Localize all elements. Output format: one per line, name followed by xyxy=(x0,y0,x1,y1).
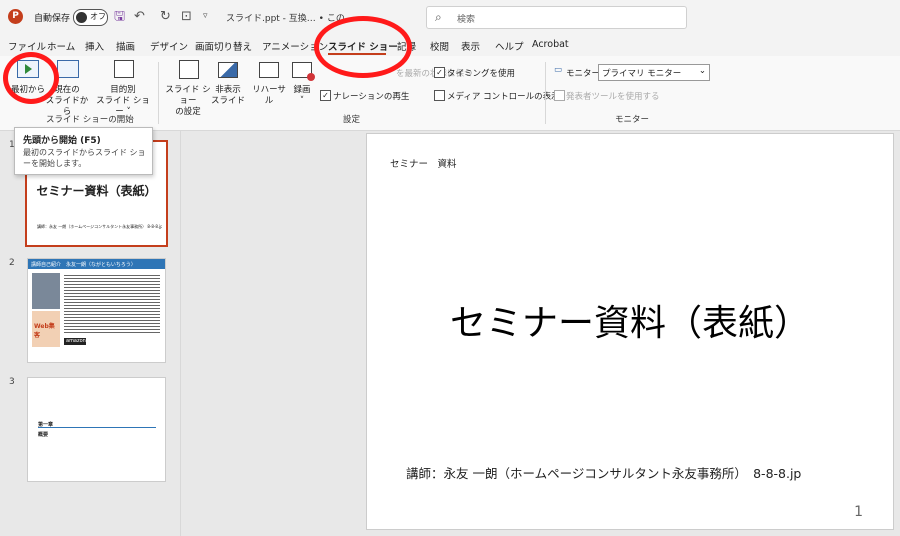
thumb-number: 2 xyxy=(9,258,15,268)
record-icon xyxy=(292,62,315,81)
book-cover-image: Web集客 xyxy=(32,311,60,347)
use-timings-checkbox[interactable]: ✓ xyxy=(434,67,445,78)
custom-show-line1: 目的別 xyxy=(110,85,136,95)
thumb-divider xyxy=(38,427,156,428)
document-title: スライド.ppt - 互換… • この xyxy=(226,14,345,24)
tab-transitions[interactable]: 画面切り替え xyxy=(195,39,252,53)
show-media-controls-label: メディア コントロールの表示 xyxy=(447,92,560,102)
group-separator xyxy=(545,62,546,124)
play-from-current-icon xyxy=(57,60,79,78)
annotation-circle-slideshow-tab xyxy=(314,16,412,78)
hide-line2: スライド xyxy=(210,96,245,106)
toggle-knob xyxy=(76,12,87,23)
chevron-down-icon: ⌄ xyxy=(698,66,706,76)
thumb-title: 講師自己紹介 永友一朗（ながともいちろう） xyxy=(31,262,136,268)
start-slideshow-qat-icon[interactable]: ⊡ xyxy=(181,9,192,24)
slide-title[interactable]: セミナー資料（表紙） xyxy=(367,294,893,346)
tab-file[interactable]: ファイル xyxy=(8,39,46,53)
tab-home[interactable]: ホーム xyxy=(47,39,75,53)
tooltip-title: 先頭から開始 (F5) xyxy=(23,136,101,146)
current-slide[interactable]: セミナー 資料 セミナー資料（表紙） 講師：永友 一朗（ホームページコンサルタン… xyxy=(366,133,894,530)
thumb-title: セミナー資料（表紙） xyxy=(36,184,157,198)
amazon-label: amazon xyxy=(66,338,86,344)
rehearse-timings-icon xyxy=(259,62,279,78)
thumb-number: 3 xyxy=(9,377,15,387)
search-box[interactable]: ⌕ 検索 xyxy=(426,6,687,29)
slide-small-text[interactable]: セミナー 資料 xyxy=(390,156,457,170)
monitor-group-label: モニター xyxy=(615,115,650,125)
annotation-circle-from-beginning xyxy=(3,52,59,104)
redo-icon[interactable]: ↻ xyxy=(160,9,171,24)
monitor-select[interactable]: プライマリ モニター ⌄ xyxy=(598,64,710,81)
monitor-icon: ▭ xyxy=(554,65,563,75)
hide-slide-icon xyxy=(218,62,238,78)
search-placeholder: 検索 xyxy=(457,15,476,25)
thumb-body-text xyxy=(64,273,160,335)
tab-insert[interactable]: 挿入 xyxy=(85,39,104,53)
autosave-toggle[interactable]: オフ xyxy=(73,9,108,26)
setup-group-label: 設定 xyxy=(343,115,361,125)
slide-thumbnail-2[interactable]: 講師自己紹介 永友一朗（ながともいちろう） Web集客 amazon xyxy=(27,258,166,363)
presenter-view-checkbox[interactable] xyxy=(554,90,565,101)
setup-slideshow-icon xyxy=(179,60,199,79)
tab-design[interactable]: デザイン xyxy=(150,39,188,53)
tab-help[interactable]: ヘルプ xyxy=(495,39,524,53)
record-line2: ˅ xyxy=(299,96,305,106)
slide-subtitle[interactable]: 講師：永友 一朗（ホームページコンサルタント永友事務所） 8-8-8.jp xyxy=(406,463,801,482)
rehearse-button[interactable]: リハーサル xyxy=(249,85,289,107)
tab-draw[interactable]: 描画 xyxy=(116,39,135,53)
ribbon-tabs: ファイル ホーム 挿入 描画 デザイン 画面切り替え アニメーション スライド … xyxy=(0,34,900,56)
speaker-photo xyxy=(32,273,60,309)
title-bar: P 自動保存 オフ 🖫 ↶ ↻ ⊡ ▿ スライド.ppt - 互換… • この … xyxy=(0,0,900,34)
start-group-label: スライド ショーの開始 xyxy=(46,115,134,125)
play-narration-checkbox[interactable]: ✓ xyxy=(320,90,331,101)
tab-review[interactable]: 校閲 xyxy=(430,39,449,53)
record-line1: 録画 xyxy=(293,85,311,95)
use-timings-label: タイミングを使用 xyxy=(447,69,516,79)
show-media-controls-checkbox[interactable] xyxy=(434,90,445,101)
customize-qat-icon[interactable]: ▿ xyxy=(203,9,208,24)
record-button[interactable]: 録画 ˅ xyxy=(288,85,316,107)
setup-slideshow-button[interactable]: スライド ショー の設定 xyxy=(162,85,214,118)
tooltip: 先頭から開始 (F5) 最初のスライドからスライド ショーを開始します。 xyxy=(14,127,153,175)
thumb-subheading: 概要 xyxy=(38,432,49,438)
tab-view[interactable]: 表示 xyxy=(461,39,480,53)
autosave-state: オフ xyxy=(90,12,106,21)
book-badge: Web集客 xyxy=(34,323,55,339)
powerpoint-app-icon: P xyxy=(8,9,23,24)
presenter-view-label: 発表者ツールを使用する xyxy=(566,92,660,102)
custom-show-icon xyxy=(114,60,134,78)
play-narration-label: ナレーションの再生 xyxy=(333,92,410,102)
thumb-footer: 講師：永友 一朗（ホームページコンサルタント永友事務所） 8-8-8.jp xyxy=(37,224,162,229)
slide-number: 1 xyxy=(854,504,863,520)
undo-icon[interactable]: ↶ xyxy=(134,9,145,24)
hide-slide-button[interactable]: 非表示 スライド xyxy=(210,85,246,107)
group-separator xyxy=(158,62,159,124)
save-icon[interactable]: 🖫 xyxy=(114,9,125,24)
amazon-logo: amazon xyxy=(64,338,86,345)
autosave-label: 自動保存 xyxy=(34,14,71,24)
setup-line2: の設定 xyxy=(175,107,201,117)
setup-line1: スライド ショー xyxy=(165,85,211,106)
search-icon: ⌕ xyxy=(435,10,442,24)
tooltip-body: 最初のスライドからスライド ショーを開始します。 xyxy=(23,148,146,168)
slide-thumbnail-3[interactable]: 第一章 概要 xyxy=(27,377,166,482)
tab-acrobat[interactable]: Acrobat xyxy=(532,39,569,50)
hide-line1: 非表示 xyxy=(215,85,241,95)
monitor-select-value: プライマリ モニター xyxy=(602,69,682,79)
